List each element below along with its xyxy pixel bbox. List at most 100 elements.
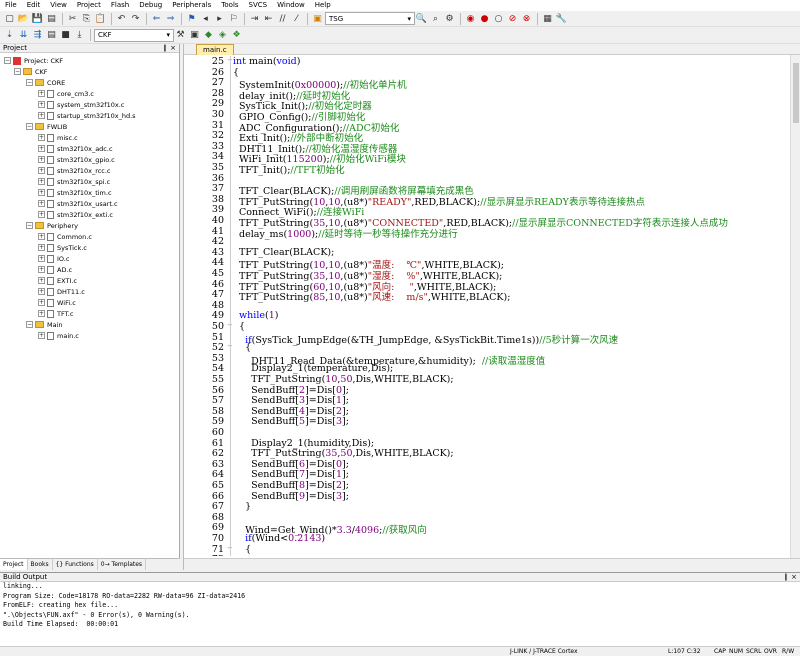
expand-toggle-icon[interactable]: + xyxy=(38,112,45,119)
find-icon[interactable]: 🔍 xyxy=(415,12,428,25)
expand-toggle-icon[interactable]: + xyxy=(38,167,45,174)
tree-group[interactable]: − FWLIB xyxy=(26,121,67,132)
tab-main-c[interactable]: main.c xyxy=(196,44,234,55)
tree-target[interactable]: − CKF xyxy=(14,66,48,77)
expand-toggle-icon[interactable]: + xyxy=(38,233,45,240)
menu-view[interactable]: View xyxy=(45,0,72,11)
menu-peripherals[interactable]: Peripherals xyxy=(167,0,216,11)
menu-edit[interactable]: Edit xyxy=(22,0,46,11)
indent-icon[interactable]: ⇥ xyxy=(248,12,261,25)
expand-toggle-icon[interactable]: + xyxy=(38,101,45,108)
target-options-icon[interactable]: ⚒ xyxy=(174,29,187,42)
tree-file[interactable]: + stm32f10x_rcc.c xyxy=(38,165,111,176)
stop-build-icon[interactable]: ■ xyxy=(59,29,72,42)
expand-toggle-icon[interactable]: + xyxy=(38,134,45,141)
tree-file[interactable]: + SysTick.c xyxy=(38,242,87,253)
unindent-icon[interactable]: ⇤ xyxy=(262,12,275,25)
bookmark-icon[interactable]: ⚑ xyxy=(185,12,198,25)
tree-file[interactable]: + AD.c xyxy=(38,264,72,275)
incremental-find-icon[interactable]: ⌕ xyxy=(429,12,442,25)
tree-file[interactable]: + stm32f10x_tim.c xyxy=(38,187,112,198)
window-layout-icon[interactable]: ▦ xyxy=(541,12,554,25)
target-combo[interactable]: CKF ▾ xyxy=(94,28,174,42)
panel-pin-close-icon[interactable]: ❙ × xyxy=(162,44,176,52)
clear-bookmarks-icon[interactable]: ⚐ xyxy=(227,12,240,25)
panel-pin-close-icon[interactable]: ❙ × xyxy=(783,573,797,581)
tree-group[interactable]: − Periphery xyxy=(26,220,78,231)
expand-toggle-icon[interactable]: + xyxy=(38,200,45,207)
find-in-files-icon[interactable]: ▣ xyxy=(311,12,324,25)
panel-tab[interactable]: Books xyxy=(28,559,53,570)
menu-flash[interactable]: Flash xyxy=(106,0,134,11)
expand-toggle-icon[interactable]: − xyxy=(26,222,33,229)
tree-file[interactable]: + core_cm3.c xyxy=(38,88,94,99)
tree-file[interactable]: + IO.c xyxy=(38,253,69,264)
menu-window[interactable]: Window xyxy=(272,0,310,11)
menu-debug[interactable]: Debug xyxy=(134,0,167,11)
expand-toggle-icon[interactable]: − xyxy=(4,57,11,64)
expand-toggle-icon[interactable]: + xyxy=(38,288,45,295)
expand-toggle-icon[interactable]: − xyxy=(14,68,21,75)
debug-session-icon[interactable]: ◉ xyxy=(464,12,477,25)
expand-toggle-icon[interactable]: + xyxy=(38,90,45,97)
kill-breakpoints-icon[interactable]: ⊗ xyxy=(520,12,533,25)
expand-toggle-icon[interactable]: − xyxy=(26,321,33,328)
prev-bookmark-icon[interactable]: ◂ xyxy=(199,12,212,25)
expand-toggle-icon[interactable]: + xyxy=(38,244,45,251)
expand-toggle-icon[interactable]: + xyxy=(38,211,45,218)
panel-tab[interactable]: Project xyxy=(0,559,28,570)
tree-file[interactable]: + stm32f10x_exti.c xyxy=(38,209,113,220)
cut-icon[interactable]: ✂ xyxy=(66,12,79,25)
tree-file[interactable]: + main.c xyxy=(38,330,79,341)
tree-project-root[interactable]: − Project: CKF xyxy=(4,55,63,66)
build-icon[interactable]: ⇊ xyxy=(17,29,30,42)
nav-back-icon[interactable]: ⇐ xyxy=(150,12,163,25)
tree-file[interactable]: + misc.c xyxy=(38,132,78,143)
tree-group[interactable]: − Main xyxy=(26,319,63,330)
next-bookmark-icon[interactable]: ▸ xyxy=(213,12,226,25)
manage-run-time-icon[interactable]: ❖ xyxy=(230,29,243,42)
compile-icon[interactable]: ⇣ xyxy=(3,29,16,42)
expand-toggle-icon[interactable]: + xyxy=(38,332,45,339)
tree-file[interactable]: + stm32f10x_gpio.c xyxy=(38,154,115,165)
menu-svcs[interactable]: SVCS xyxy=(244,0,273,11)
expand-toggle-icon[interactable]: + xyxy=(38,299,45,306)
expand-toggle-icon[interactable]: + xyxy=(38,178,45,185)
panel-tab[interactable]: {} Functions xyxy=(53,559,98,570)
open-icon[interactable]: 📂 xyxy=(17,12,30,25)
paste-icon[interactable]: 📋 xyxy=(94,12,107,25)
tree-file[interactable]: + system_stm32f10x.c xyxy=(38,99,124,110)
new-file-icon[interactable]: ▢ xyxy=(3,12,16,25)
comment-icon[interactable]: // xyxy=(276,12,289,25)
configure-icon[interactable]: 🔧 xyxy=(555,12,568,25)
code-area[interactable]: 25−int main(void)26 {27 SystemInit(0x0000… xyxy=(184,56,800,556)
save-all-icon[interactable]: ▤ xyxy=(45,12,58,25)
tree-file[interactable]: + stm32f10x_usart.c xyxy=(38,198,118,209)
expand-toggle-icon[interactable]: + xyxy=(38,310,45,317)
rebuild-icon[interactable]: ⇶ xyxy=(31,29,44,42)
menu-file[interactable]: File xyxy=(0,0,22,11)
disable-breakpoint-icon[interactable]: ○ xyxy=(492,12,505,25)
scroll-thumb[interactable] xyxy=(793,63,799,123)
expand-toggle-icon[interactable]: + xyxy=(38,145,45,152)
tree-file[interactable]: + DHT11.c xyxy=(38,286,85,297)
tree-file[interactable]: + stm32f10x_spi.c xyxy=(38,176,110,187)
gear-icon[interactable]: ⚙ xyxy=(443,12,456,25)
expand-toggle-icon[interactable]: − xyxy=(26,123,33,130)
nav-forward-icon[interactable]: ⇒ xyxy=(164,12,177,25)
horizontal-scrollbar[interactable] xyxy=(184,558,800,570)
disable-all-breakpoints-icon[interactable]: ⊘ xyxy=(506,12,519,25)
tree-file[interactable]: + EXTI.c xyxy=(38,275,77,286)
batch-build-icon[interactable]: ▤ xyxy=(45,29,58,42)
find-combo[interactable]: TSG ▾ xyxy=(325,12,415,25)
undo-icon[interactable]: ↶ xyxy=(115,12,128,25)
expand-toggle-icon[interactable]: + xyxy=(38,255,45,262)
tree-file[interactable]: + WiFi.c xyxy=(38,297,76,308)
download-icon[interactable]: ⤓ xyxy=(73,29,86,42)
tree-file[interactable]: + Common.c xyxy=(38,231,92,242)
vertical-scrollbar[interactable] xyxy=(790,55,800,558)
expand-toggle-icon[interactable]: + xyxy=(38,266,45,273)
tree-file[interactable]: + startup_stm32f10x_hd.s xyxy=(38,110,136,121)
save-icon[interactable]: 💾 xyxy=(31,12,44,25)
expand-toggle-icon[interactable]: − xyxy=(26,79,33,86)
